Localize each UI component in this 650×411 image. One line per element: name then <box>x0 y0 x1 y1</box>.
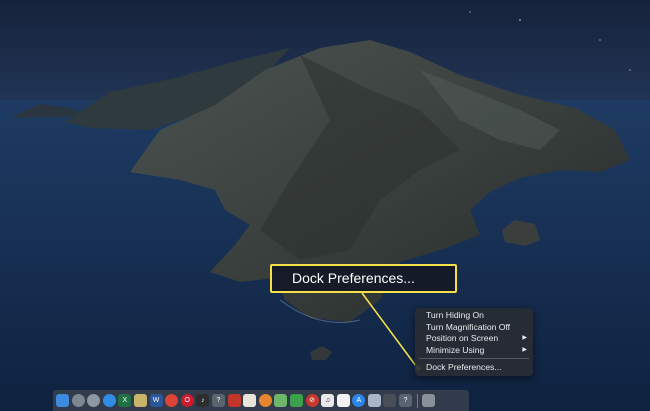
finder-icon[interactable] <box>56 394 69 407</box>
terminal-icon[interactable] <box>383 394 397 407</box>
help-icon[interactable]: ? <box>211 394 225 407</box>
dock-separator <box>416 393 418 408</box>
help2-icon[interactable]: ? <box>399 394 413 407</box>
menu-item-turn-hiding-on[interactable]: Turn Hiding On <box>415 310 533 322</box>
menu-item-dock-preferences[interactable]: Dock Preferences... <box>415 362 533 374</box>
music-icon[interactable]: ♫ <box>321 394 335 407</box>
submenu-arrow-icon: ▶ <box>522 346 527 353</box>
dock-context-menu: Turn Hiding On Turn Magnification Off Po… <box>415 308 533 376</box>
word-icon[interactable]: W <box>149 394 163 407</box>
app-store-icon[interactable]: A <box>352 394 366 407</box>
no-entry-icon[interactable]: ⊘ <box>305 394 319 407</box>
calendar-icon[interactable] <box>336 394 350 407</box>
chrome-icon[interactable] <box>165 394 179 407</box>
ibooks-icon[interactable] <box>258 394 272 407</box>
preview-icon[interactable] <box>367 394 381 407</box>
numbers-icon[interactable] <box>289 394 303 407</box>
photo-booth-icon[interactable] <box>227 394 241 407</box>
maps-icon[interactable] <box>274 394 288 407</box>
launchpad-icon[interactable] <box>71 394 85 407</box>
menu-item-minimize-using[interactable]: Minimize Using ▶ <box>415 345 533 357</box>
menu-item-turn-magnification-off[interactable]: Turn Magnification Off <box>415 322 533 334</box>
menu-item-position-on-screen[interactable]: Position on Screen ▶ <box>415 333 533 345</box>
desktop-wallpaper <box>0 0 650 411</box>
photos-icon[interactable] <box>243 394 257 407</box>
safari-icon[interactable] <box>102 394 116 407</box>
dock: X W O ♪? ⊘ ♫ A? <box>53 390 469 411</box>
excel-icon[interactable]: X <box>118 394 132 407</box>
menu-separator <box>419 358 529 359</box>
submenu-arrow-icon: ▶ <box>522 335 527 341</box>
notes-icon[interactable] <box>133 394 147 407</box>
callout-label: Dock Preferences... <box>292 270 415 286</box>
dock-preferences-callout: Dock Preferences... <box>270 264 457 293</box>
system-preferences-icon[interactable] <box>87 394 101 407</box>
itunes-icon[interactable]: ♪ <box>196 394 210 407</box>
trash-icon[interactable] <box>422 394 436 407</box>
opera-icon[interactable]: O <box>180 394 194 407</box>
